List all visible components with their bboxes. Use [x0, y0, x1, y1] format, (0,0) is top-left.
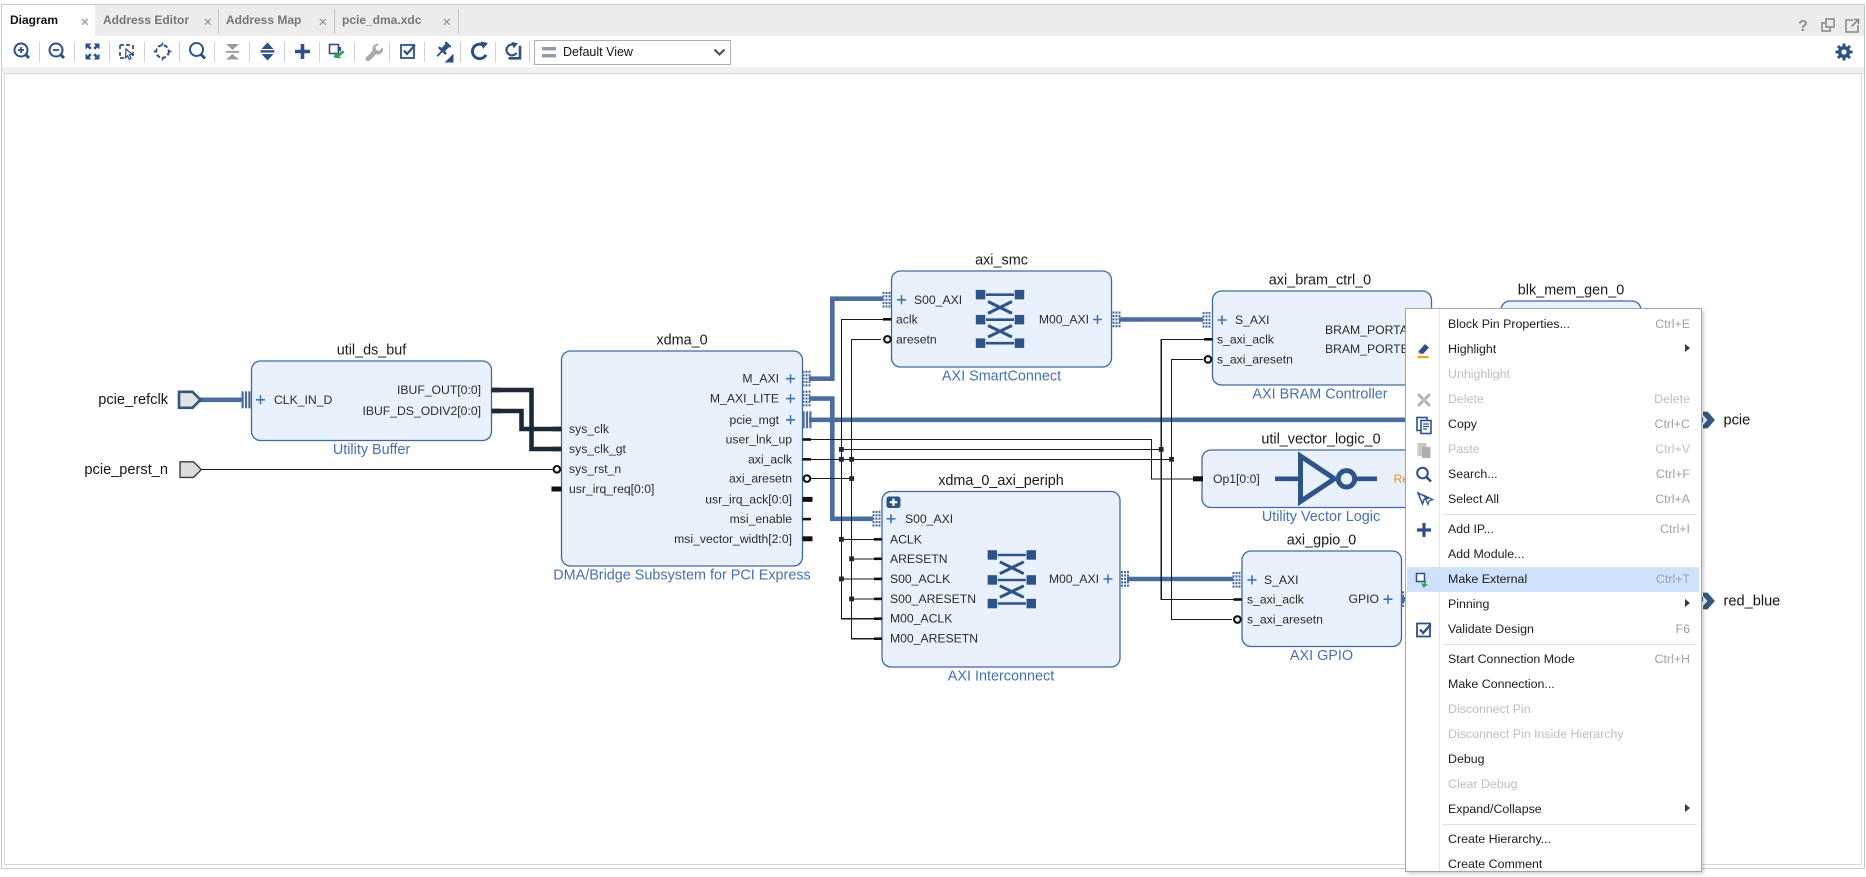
- svg-text:DMA/Bridge Subsystem for PCI E: DMA/Bridge Subsystem for PCI Express: [553, 568, 811, 584]
- svg-text:ARESETN: ARESETN: [890, 552, 948, 566]
- svg-text:M00_ARESETN: M00_ARESETN: [890, 632, 978, 646]
- svg-text:usr_irq_ack[0:0]: usr_irq_ack[0:0]: [705, 492, 792, 506]
- svg-text:red_blue: red_blue: [1724, 594, 1781, 610]
- svg-text:M_AXI_LITE: M_AXI_LITE: [710, 392, 779, 406]
- svg-text:util_vector_logic_0: util_vector_logic_0: [1261, 432, 1380, 448]
- svg-text:M00_AXI: M00_AXI: [1049, 572, 1099, 586]
- svg-text:msi_enable: msi_enable: [730, 512, 793, 526]
- svg-text:S00_AXI: S00_AXI: [914, 293, 962, 307]
- svg-text:axi_smc: axi_smc: [975, 253, 1028, 269]
- svg-text:sys_clk: sys_clk: [569, 422, 610, 436]
- svg-text:IBUF_DS_ODIV2[0:0]: IBUF_DS_ODIV2[0:0]: [362, 404, 481, 418]
- svg-text:Op1[0:0]: Op1[0:0]: [1213, 472, 1260, 486]
- svg-text:BRAM_PORTB: BRAM_PORTB: [1325, 342, 1409, 356]
- svg-text:S00_AXI: S00_AXI: [905, 512, 953, 526]
- svg-text:Utility Vector Logic: Utility Vector Logic: [1262, 509, 1380, 525]
- svg-text:pcie_perst_n: pcie_perst_n: [84, 462, 168, 478]
- svg-text:pcie_mgt: pcie_mgt: [730, 413, 780, 427]
- svg-text:BRAM_PORTA: BRAM_PORTA: [1325, 323, 1409, 337]
- svg-text:usr_irq_req[0:0]: usr_irq_req[0:0]: [569, 482, 654, 496]
- svg-text:S00_ARESETN: S00_ARESETN: [890, 592, 976, 606]
- svg-text:Utility Buffer: Utility Buffer: [333, 442, 411, 458]
- svg-text:util_ds_buf: util_ds_buf: [337, 343, 408, 359]
- svg-text:AXI SmartConnect: AXI SmartConnect: [942, 369, 1061, 385]
- svg-text:blk_mem_gen_0: blk_mem_gen_0: [1518, 283, 1624, 299]
- svg-text:pcie: pcie: [1724, 413, 1751, 429]
- svg-text:xdma_0: xdma_0: [656, 333, 707, 349]
- svg-text:AXI BRAM Controller: AXI BRAM Controller: [1252, 387, 1387, 403]
- svg-text:GPIO: GPIO: [1349, 592, 1379, 606]
- svg-text:M00_ACLK: M00_ACLK: [890, 612, 952, 626]
- svg-text:user_lnk_up: user_lnk_up: [726, 433, 793, 447]
- svg-text:aresetn: aresetn: [896, 332, 937, 346]
- svg-text:axi_gpio_0: axi_gpio_0: [1287, 533, 1357, 549]
- svg-text:M_AXI: M_AXI: [742, 372, 779, 386]
- svg-text:s_axi_aclk: s_axi_aclk: [1217, 332, 1275, 346]
- svg-text:aclk: aclk: [896, 312, 919, 326]
- svg-text:axi_aresetn: axi_aresetn: [729, 472, 792, 486]
- svg-text:msi_vector_width[2:0]: msi_vector_width[2:0]: [674, 532, 792, 546]
- svg-text:IBUF_OUT[0:0]: IBUF_OUT[0:0]: [397, 383, 481, 397]
- svg-text:s_axi_aresetn: s_axi_aresetn: [1217, 352, 1293, 366]
- svg-text:S00_ACLK: S00_ACLK: [890, 572, 950, 586]
- svg-text:xdma_0_axi_periph: xdma_0_axi_periph: [938, 473, 1064, 489]
- svg-text:sys_clk_gt: sys_clk_gt: [569, 442, 627, 456]
- svg-text:CLK_IN_D: CLK_IN_D: [274, 393, 332, 407]
- svg-text:pcie_refclk: pcie_refclk: [98, 392, 168, 408]
- svg-text:axi_bram_ctrl_0: axi_bram_ctrl_0: [1269, 273, 1371, 289]
- svg-text:AXI Interconnect: AXI Interconnect: [948, 669, 1054, 685]
- svg-text:AXI GPIO: AXI GPIO: [1290, 648, 1353, 664]
- svg-text:sys_rst_n: sys_rst_n: [569, 462, 621, 476]
- svg-text:axi_aclk: axi_aclk: [748, 452, 793, 466]
- svg-text:S_AXI: S_AXI: [1235, 313, 1270, 327]
- svg-text:M00_AXI: M00_AXI: [1039, 313, 1089, 327]
- svg-text:S_AXI: S_AXI: [1264, 573, 1299, 587]
- svg-text:s_axi_aclk: s_axi_aclk: [1247, 593, 1305, 607]
- svg-text:ACLK: ACLK: [890, 532, 922, 546]
- svg-text:s_axi_aresetn: s_axi_aresetn: [1247, 613, 1323, 627]
